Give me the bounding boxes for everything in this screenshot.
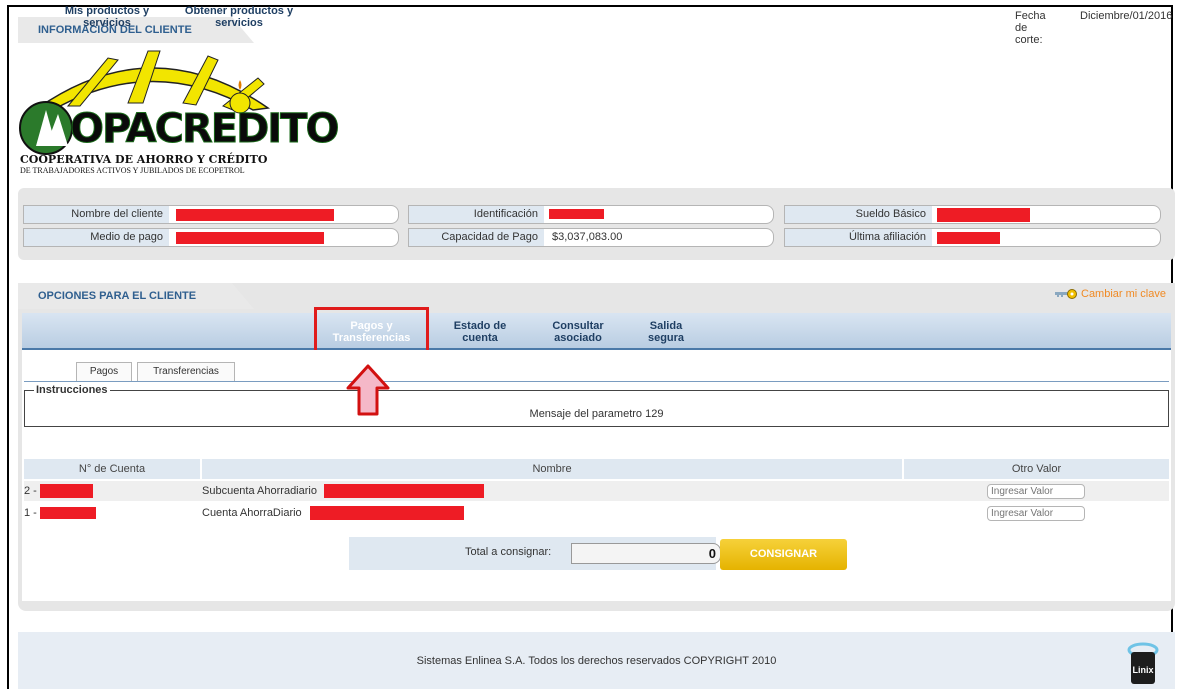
redacted-account-owner xyxy=(324,484,484,498)
menu-item-label: Consultar xyxy=(552,320,604,332)
menu-item-label: Mis productos y xyxy=(64,5,150,17)
instructions-message: Mensaje del parametro 129 xyxy=(529,408,664,420)
account-name: Cuenta AhorraDiario xyxy=(202,507,302,519)
change-password-text[interactable]: Cambiar mi clave xyxy=(1081,288,1166,300)
subtab-transferencias[interactable]: Transferencias xyxy=(137,362,235,381)
options-title: OPCIONES PARA EL CLIENTE xyxy=(18,283,254,309)
other-value-input[interactable] xyxy=(987,506,1085,521)
client-name-label: Nombre del cliente xyxy=(24,206,169,223)
client-info-panel: Nombre del cliente Medio de pago Identif… xyxy=(18,188,1175,260)
redacted-last-affiliation xyxy=(937,232,1000,244)
copacredito-logo: OPACREDITO COOPERATIVA DE AHORRO Y CRÉDI… xyxy=(18,48,340,188)
cutoff-date-label: Fecha de corte: xyxy=(1015,10,1046,46)
total-label: Total a consignar: xyxy=(465,546,552,558)
menu-item-my-products[interactable]: Mis productos y servicios xyxy=(52,5,162,29)
redacted-payment-method xyxy=(176,232,324,244)
logo-wordmark: OPACREDITO xyxy=(69,106,339,153)
menu-item-label: servicios xyxy=(83,17,131,29)
consignar-button[interactable]: CONSIGNAR xyxy=(720,539,847,570)
last-affiliation-label: Última afiliación xyxy=(785,229,932,246)
account-prefix: 2 - xyxy=(24,485,37,497)
table-header-account: N° de Cuenta xyxy=(24,459,200,479)
options-title-text: OPCIONES PARA EL CLIENTE xyxy=(38,290,197,302)
arrow-up-icon xyxy=(346,364,390,416)
instructions-legend: Instrucciones xyxy=(34,384,110,396)
cutoff-date-value: Diciembre/01/2016 xyxy=(1080,10,1173,22)
change-password-link[interactable]: Cambiar mi clave xyxy=(1055,288,1166,300)
identification-label: Identificación xyxy=(409,206,544,223)
menu-item-label: servicios xyxy=(215,17,263,29)
menu-item-label: Estado de xyxy=(453,320,507,332)
account-name: Subcuenta Ahorradiario xyxy=(202,485,317,497)
table-row: 2 - Subcuenta Ahorradiario xyxy=(24,481,1169,501)
total-amount-field: 0 xyxy=(571,543,721,564)
table-header-name: Nombre xyxy=(202,459,902,479)
menu-item-label: Salida xyxy=(649,320,683,332)
logo-subtitle-2: DE TRABAJADORES ACTIVOS Y JUBILADOS DE E… xyxy=(20,166,245,175)
redacted-account-number xyxy=(40,507,96,519)
subtab-divider xyxy=(24,381,1169,382)
menu-item-label: cuenta xyxy=(462,332,498,344)
identification-field: Identificación xyxy=(408,205,774,224)
table-row: 1 - Cuenta AhorraDiario xyxy=(24,503,1169,523)
other-value-input[interactable] xyxy=(987,484,1085,499)
key-icon xyxy=(1055,289,1077,299)
menu-item-consult-associate[interactable]: Consultar asociado xyxy=(538,320,618,344)
menu-item-account-statement[interactable]: Estado de cuenta xyxy=(440,320,520,344)
menu-item-secure-exit[interactable]: Salida segura xyxy=(636,320,696,344)
payment-capacity-label: Capacidad de Pago xyxy=(409,229,544,246)
linix-logo-icon: Linix xyxy=(1127,642,1159,684)
table-header-other-value: Otro Valor xyxy=(904,459,1169,479)
last-affiliation-field: Última afiliación xyxy=(784,228,1161,247)
base-salary-label: Sueldo Básico xyxy=(785,206,932,223)
highlight-box xyxy=(314,307,429,354)
logo-subtitle-1: COOPERATIVA DE AHORRO Y CRÉDITO xyxy=(20,153,268,166)
client-name-field: Nombre del cliente xyxy=(23,205,399,224)
menu-item-label: Obtener productos y xyxy=(184,5,294,17)
payment-capacity-value: $3,037,083.00 xyxy=(552,231,623,243)
redacted-identification xyxy=(549,209,604,219)
payment-method-field: Medio de pago xyxy=(23,228,399,247)
redacted-client-name xyxy=(176,209,334,221)
menu-item-label: asociado xyxy=(554,332,602,344)
menu-item-obtain-products[interactable]: Obtener productos y servicios xyxy=(168,5,310,29)
redacted-base-salary xyxy=(937,208,1030,222)
menu-item-label: segura xyxy=(647,332,685,344)
redacted-account-number xyxy=(40,484,93,498)
account-prefix: 1 - xyxy=(24,507,37,519)
subtab-pagos[interactable]: Pagos xyxy=(76,362,132,381)
linix-brand-text: Linix xyxy=(1132,665,1153,675)
payment-method-label: Medio de pago xyxy=(24,229,169,246)
base-salary-field: Sueldo Básico xyxy=(784,205,1161,224)
payment-capacity-field: Capacidad de Pago $3,037,083.00 xyxy=(408,228,774,247)
footer-copyright: Sistemas Enlinea S.A. Todos los derechos… xyxy=(416,655,777,667)
redacted-account-owner xyxy=(310,506,464,520)
